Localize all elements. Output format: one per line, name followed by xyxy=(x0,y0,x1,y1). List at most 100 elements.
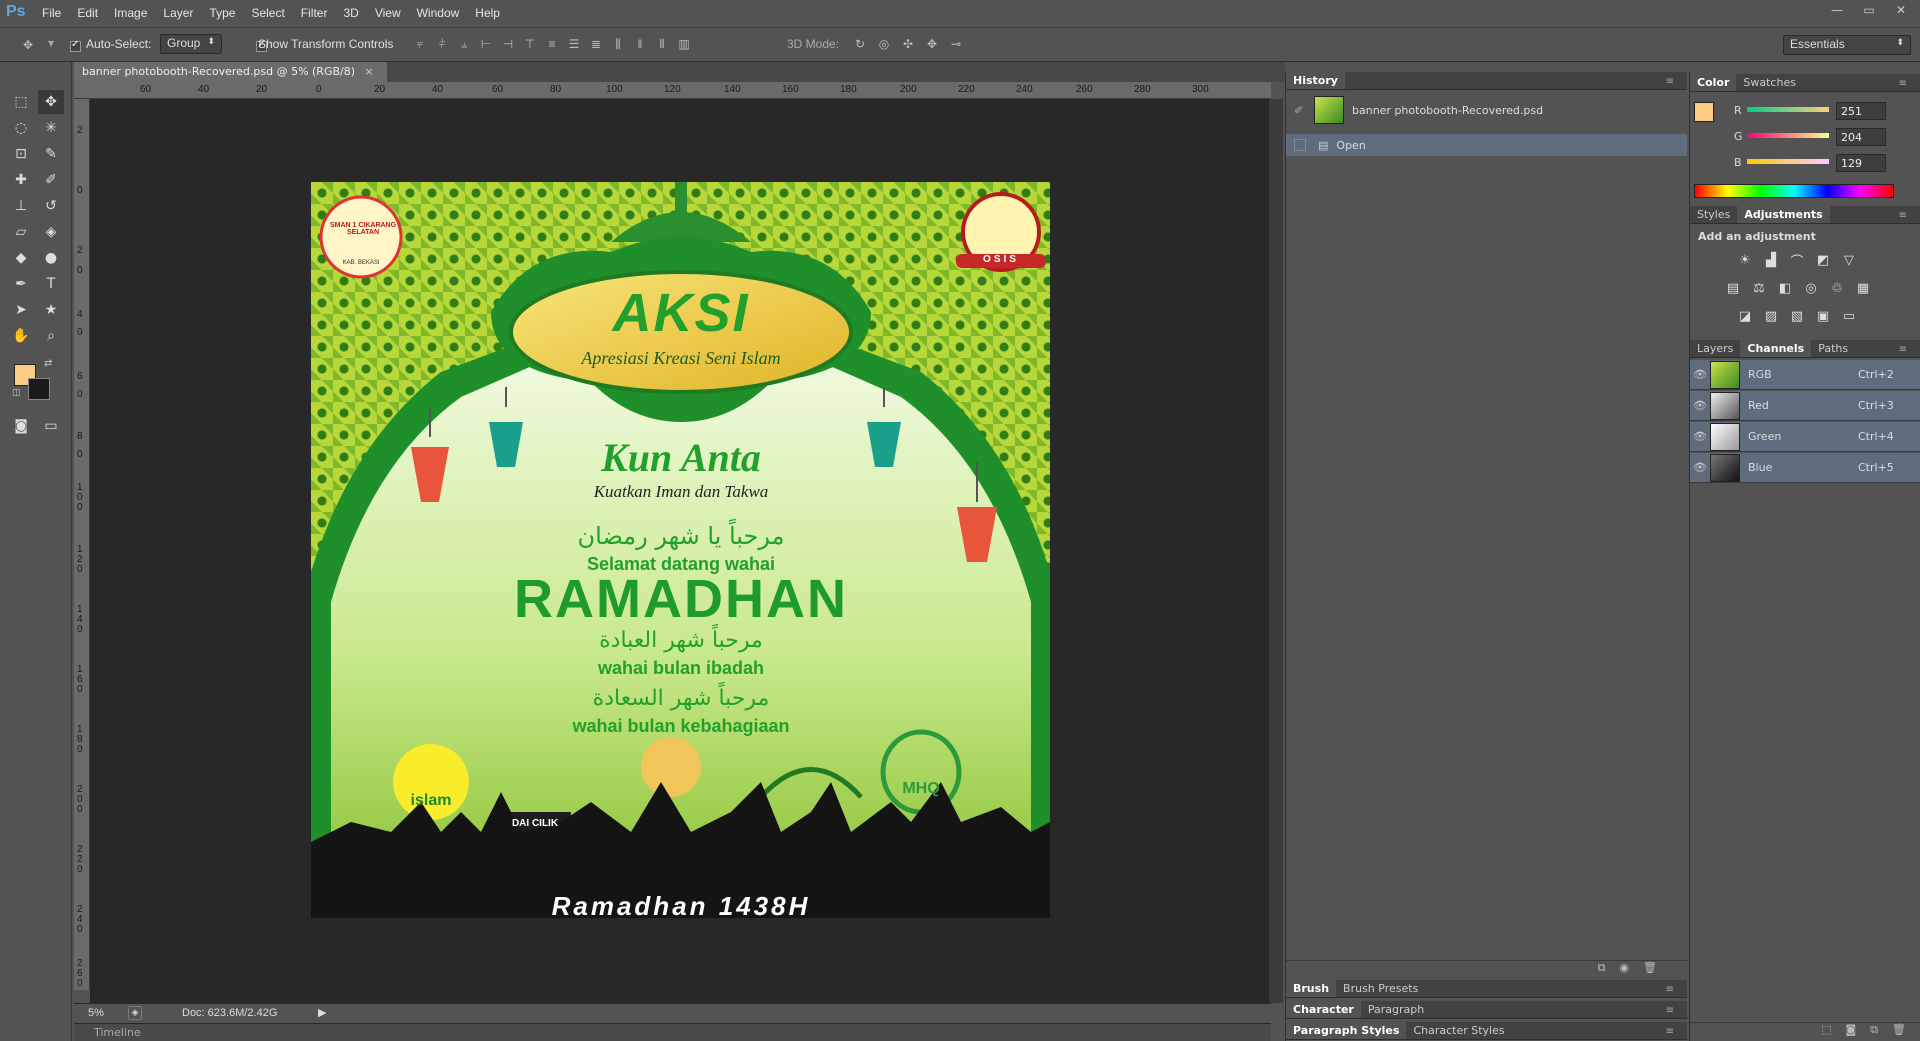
3d-drag-icon[interactable]: ✣ xyxy=(898,35,918,53)
vertical-ruler[interactable]: 2 0 2 0 4 0 6 0 8 0 1 0 0 1 2 0 1 4 0 1 … xyxy=(74,99,90,990)
clone-stamp-tool-icon[interactable]: ⊥ xyxy=(8,194,34,218)
threshold-icon[interactable]: ▧ xyxy=(1788,308,1806,324)
align-right-icon[interactable]: ⊤ xyxy=(520,35,540,53)
align-left-icon[interactable]: ⊢ xyxy=(476,35,496,53)
menu-image[interactable]: Image xyxy=(114,6,147,20)
align-hcenter-icon[interactable]: ⊣ xyxy=(498,35,518,53)
red-value[interactable]: 251 xyxy=(1836,102,1886,120)
horizontal-ruler[interactable]: 60 40 20 0 20 40 60 80 100 120 140 160 1… xyxy=(74,82,1271,99)
eye-icon[interactable]: 👁 xyxy=(1690,399,1710,412)
align-vcenter-icon[interactable]: ⫩ xyxy=(432,35,452,53)
eyedropper-tool-icon[interactable]: ✎ xyxy=(38,142,64,166)
load-selection-icon[interactable]: ⬚ xyxy=(1821,1023,1831,1040)
vertical-scrollbar[interactable] xyxy=(1269,99,1283,1003)
move-tool-icon[interactable]: ✥ xyxy=(18,36,38,54)
trash-icon[interactable]: 🗑 xyxy=(1892,1023,1906,1040)
distribute-left-icon[interactable]: ⫼ xyxy=(608,35,628,53)
red-slider[interactable] xyxy=(1747,107,1829,112)
panel-menu-icon[interactable]: ≡ xyxy=(1659,1024,1681,1039)
document-canvas[interactable]: SMAN 1 CIKARANG SELATAN KAB. BEKASI OSIS… xyxy=(311,182,1050,918)
close-button[interactable]: ✕ xyxy=(1888,2,1914,18)
zoom-level[interactable]: 5% xyxy=(88,1007,104,1019)
maximize-button[interactable]: ▭ xyxy=(1856,2,1882,18)
align-top-icon[interactable]: ⫧ xyxy=(410,35,430,53)
share-icon[interactable]: ◈ xyxy=(128,1006,142,1020)
panel-menu-icon[interactable]: ≡ xyxy=(1659,982,1681,997)
menu-3d[interactable]: 3D xyxy=(343,6,358,20)
history-brush-tool-icon[interactable]: ↺ xyxy=(38,194,64,218)
save-selection-icon[interactable]: ◙ xyxy=(1845,1023,1856,1040)
channel-row[interactable]: 👁 Green Ctrl+4 xyxy=(1690,422,1920,452)
panel-menu-icon[interactable]: ≡ xyxy=(1659,74,1681,89)
blue-slider[interactable] xyxy=(1747,159,1829,164)
color-spectrum-ramp[interactable] xyxy=(1694,184,1894,198)
tab-channels[interactable]: Channels xyxy=(1740,340,1812,357)
3d-rotate-icon[interactable]: ↻ xyxy=(850,35,870,53)
crop-tool-icon[interactable]: ⊡ xyxy=(8,142,34,166)
dodge-tool-icon[interactable]: ● xyxy=(38,246,64,270)
background-color-swatch[interactable] xyxy=(28,378,50,400)
distribute-right-icon[interactable]: ⦀ xyxy=(652,35,672,53)
auto-select-checkbox[interactable] xyxy=(70,39,81,53)
panel-menu-icon[interactable]: ≡ xyxy=(1892,208,1914,223)
close-tab-icon[interactable]: × xyxy=(365,65,374,78)
3d-scale-icon[interactable]: ⊸ xyxy=(946,35,966,53)
type-tool-icon[interactable]: T xyxy=(38,272,64,296)
menu-type[interactable]: Type xyxy=(209,6,235,20)
channel-mixer-icon[interactable]: ♲ xyxy=(1828,280,1846,296)
new-channel-icon[interactable]: ⧉ xyxy=(1870,1023,1878,1040)
align-bottom-icon[interactable]: ⫨ xyxy=(454,35,474,53)
minimize-button[interactable]: — xyxy=(1824,2,1850,18)
auto-select-dropdown[interactable]: Group ⬍ xyxy=(160,34,222,54)
history-snapshot-row[interactable]: ✐ banner photobooth-Recovered.psd xyxy=(1286,92,1687,128)
tab-brush[interactable]: Brush xyxy=(1286,980,1337,997)
gradient-map-icon[interactable]: ▭ xyxy=(1840,308,1858,324)
3d-roll-icon[interactable]: ◎ xyxy=(874,35,894,53)
tab-color[interactable]: Color xyxy=(1690,74,1737,91)
menu-select[interactable]: Select xyxy=(251,6,284,20)
menu-window[interactable]: Window xyxy=(417,6,460,20)
distribute-vcenter-icon[interactable]: ☰ xyxy=(564,35,584,53)
tab-brush-presets[interactable]: Brush Presets xyxy=(1336,980,1425,997)
black-white-icon[interactable]: ◧ xyxy=(1776,280,1794,296)
3d-slide-icon[interactable]: ✥ xyxy=(922,35,942,53)
tab-character-styles[interactable]: Character Styles xyxy=(1406,1022,1511,1039)
menu-file[interactable]: File xyxy=(42,6,61,20)
marquee-tool-icon[interactable]: ⬚ xyxy=(8,90,34,114)
tab-paragraph-styles[interactable]: Paragraph Styles xyxy=(1286,1022,1407,1039)
tool-preset-dropdown-icon[interactable]: ▾ xyxy=(48,36,54,50)
panel-menu-icon[interactable]: ≡ xyxy=(1892,76,1914,91)
color-lookup-icon[interactable]: ▦ xyxy=(1854,280,1872,296)
distribute-top-icon[interactable]: ≡ xyxy=(542,35,562,53)
curves-icon[interactable]: ⌒ xyxy=(1788,252,1806,270)
distribute-bottom-icon[interactable]: ≣ xyxy=(586,35,606,53)
eye-icon[interactable]: 👁 xyxy=(1690,368,1710,381)
brush-tool-icon[interactable]: ✐ xyxy=(38,168,64,192)
shape-tool-icon[interactable]: ★ xyxy=(38,298,64,322)
path-selection-tool-icon[interactable]: ➤ xyxy=(8,298,34,322)
blue-value[interactable]: 129 xyxy=(1836,154,1886,172)
panel-menu-icon[interactable]: ≡ xyxy=(1892,342,1914,357)
eraser-tool-icon[interactable]: ▱ xyxy=(8,220,34,244)
move-tool-icon[interactable]: ✥ xyxy=(38,90,64,114)
quick-mask-icon[interactable]: ◙ xyxy=(8,414,34,438)
default-colors-icon[interactable]: ◫ xyxy=(12,388,21,398)
menu-view[interactable]: View xyxy=(375,6,401,20)
hue-saturation-icon[interactable]: ▤ xyxy=(1724,280,1742,296)
tab-character[interactable]: Character xyxy=(1286,1001,1361,1018)
color-balance-icon[interactable]: ⚖ xyxy=(1750,280,1768,296)
hand-tool-icon[interactable]: ✋ xyxy=(8,324,34,348)
swap-colors-icon[interactable]: ⇄ xyxy=(44,358,52,369)
brush-source-icon[interactable]: ✐ xyxy=(1294,104,1308,117)
eye-icon[interactable]: 👁 xyxy=(1690,461,1710,474)
invert-icon[interactable]: ◪ xyxy=(1736,308,1754,324)
menu-layer[interactable]: Layer xyxy=(163,6,193,20)
photo-filter-icon[interactable]: ◎ xyxy=(1802,280,1820,296)
vibrance-icon[interactable]: ▽ xyxy=(1840,252,1858,268)
workspace-dropdown[interactable]: Essentials ⬍ xyxy=(1783,35,1911,55)
panel-menu-icon[interactable]: ≡ xyxy=(1659,1003,1681,1018)
zoom-tool-icon[interactable]: ⌕ xyxy=(38,324,64,348)
new-document-icon[interactable]: ⧉ xyxy=(1598,961,1606,978)
channel-row[interactable]: 👁 Blue Ctrl+5 xyxy=(1690,453,1920,483)
channel-row[interactable]: 👁 RGB Ctrl+2 xyxy=(1690,360,1920,390)
